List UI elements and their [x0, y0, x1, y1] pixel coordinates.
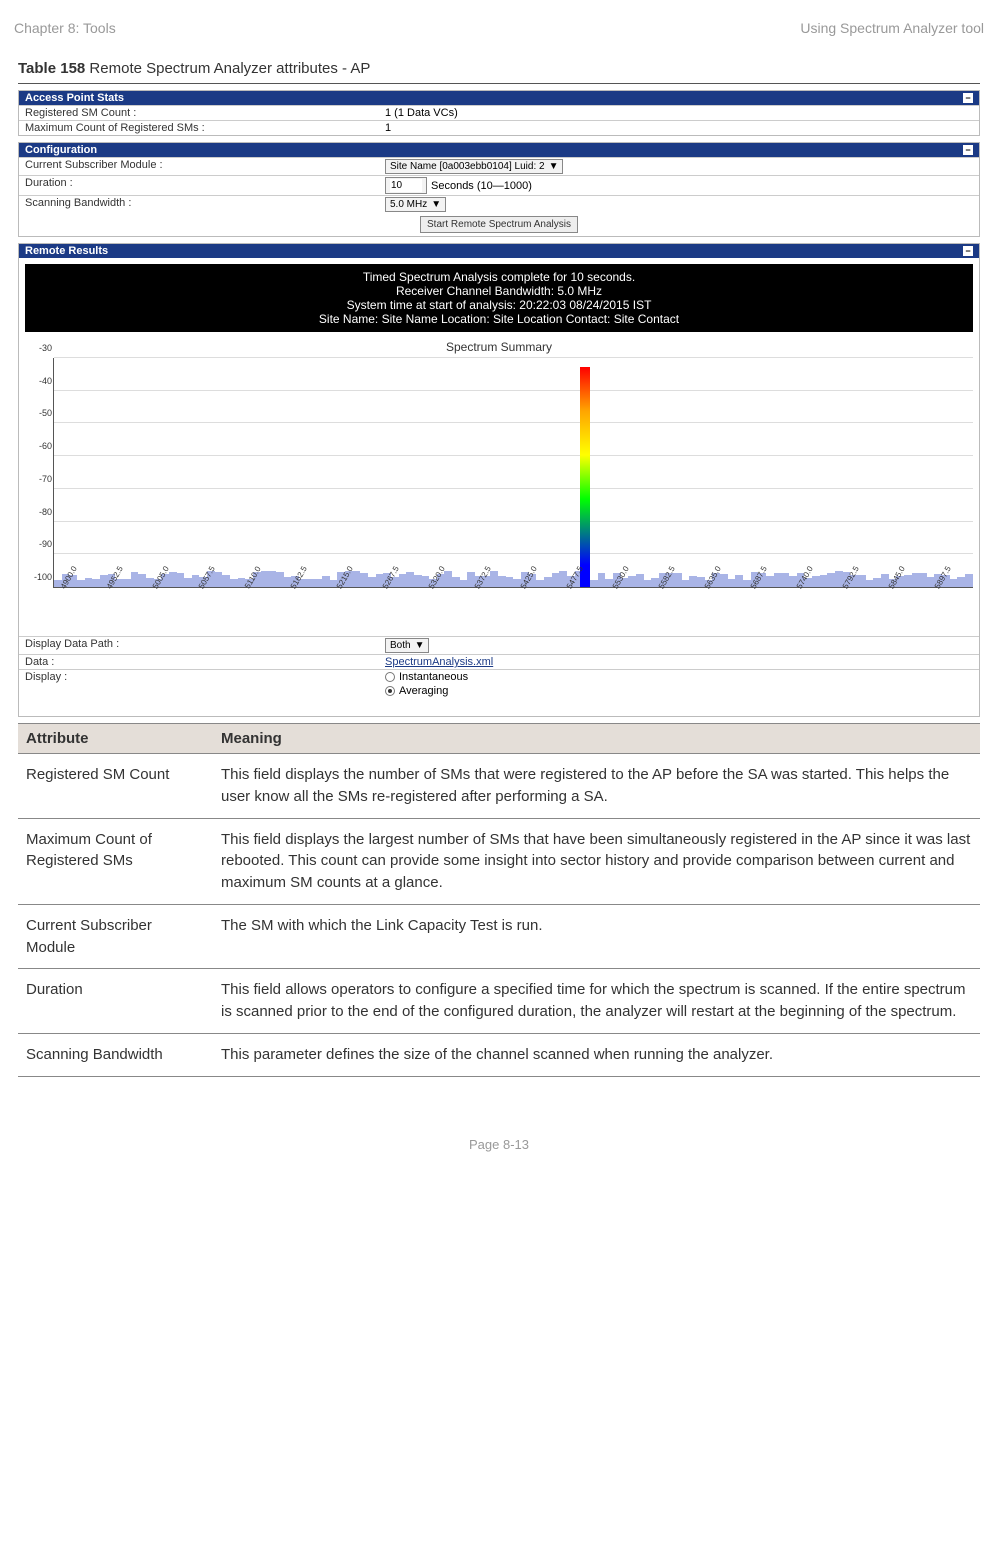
table-row: Display Data Path : Both ▼: [19, 636, 979, 654]
divider: [18, 83, 980, 84]
radio-icon: [385, 686, 395, 696]
attr-meaning: The SM with which the Link Capacity Test…: [213, 904, 980, 969]
table-row: Registered SM Count : 1 (1 Data VCs): [19, 105, 979, 120]
chevron-down-icon: ▼: [431, 199, 441, 210]
display-instant-radio[interactable]: Instantaneous: [385, 671, 468, 683]
scan-bw-value: 5.0 MHz: [390, 199, 427, 210]
display-averaging-radio[interactable]: Averaging: [385, 685, 448, 697]
attr-meaning: This parameter defines the size of the c…: [213, 1033, 980, 1076]
attr-name: Current Subscriber Module: [18, 904, 213, 969]
access-point-stats-panel: Access Point Stats − Registered SM Count…: [18, 90, 980, 136]
page-footer: Page 8-13: [0, 1137, 998, 1152]
panel-header: Configuration −: [19, 143, 979, 157]
reg-sm-count-value: 1 (1 Data VCs): [379, 106, 979, 120]
panel-title: Configuration: [25, 144, 97, 156]
y-tick-label: -50: [26, 408, 52, 418]
display-path-select[interactable]: Both ▼: [385, 638, 429, 653]
table-row: Display : Instantaneous Averaging: [19, 669, 979, 698]
duration-label: Duration :: [19, 176, 379, 195]
duration-hint: Seconds (10—1000): [431, 180, 532, 192]
collapse-icon[interactable]: −: [963, 145, 973, 155]
attr-meaning: This field displays the largest number o…: [213, 818, 980, 904]
attributes-table: Attribute Meaning Registered SM CountThi…: [18, 723, 980, 1077]
analysis-banner: Timed Spectrum Analysis complete for 10 …: [25, 264, 973, 332]
table-row: Maximum Count of Registered SMs : 1: [19, 120, 979, 135]
scan-bw-select[interactable]: 5.0 MHz ▼: [385, 197, 446, 212]
y-tick-label: -100: [26, 572, 52, 582]
max-reg-sm-value: 1: [379, 121, 979, 135]
table-row: Current Subscriber Module : Site Name [0…: [19, 157, 979, 175]
chart-title: Spectrum Summary: [19, 338, 979, 356]
max-reg-sm-label: Maximum Count of Registered SMs :: [19, 121, 379, 135]
reg-sm-count-label: Registered SM Count :: [19, 106, 379, 120]
spectrum-peak: [580, 367, 590, 587]
y-tick-label: -90: [26, 539, 52, 549]
y-tick-label: -80: [26, 507, 52, 517]
attr-name: Scanning Bandwidth: [18, 1033, 213, 1076]
start-analysis-button[interactable]: Start Remote Spectrum Analysis: [420, 216, 578, 233]
chapter-label: Chapter 8: Tools: [14, 20, 116, 36]
remote-results-panel: Remote Results − Timed Spectrum Analysis…: [18, 243, 980, 717]
table-row: Scanning Bandwidth : 5.0 MHz ▼: [19, 195, 979, 213]
current-sm-select[interactable]: Site Name [0a003ebb0104] Luid: 2 ▼: [385, 159, 563, 174]
panel-header: Remote Results −: [19, 244, 979, 258]
attr-name: Registered SM Count: [18, 754, 213, 819]
current-sm-value: Site Name [0a003ebb0104] Luid: 2: [390, 161, 545, 172]
radio-label: Instantaneous: [399, 671, 468, 683]
attr-name: Maximum Count of Registered SMs: [18, 818, 213, 904]
banner-line-4: Site Name: Site Name Location: Site Loca…: [25, 312, 973, 326]
table-caption: Table 158 Remote Spectrum Analyzer attri…: [18, 42, 980, 83]
attr-meaning: This field displays the number of SMs th…: [213, 754, 980, 819]
table-row: Data : SpectrumAnalysis.xml: [19, 654, 979, 669]
panel-header: Access Point Stats −: [19, 91, 979, 105]
display-path-value: Both: [390, 640, 411, 651]
display-mode-label: Display :: [19, 670, 379, 698]
display-path-label: Display Data Path :: [19, 637, 379, 654]
col-attribute: Attribute: [18, 724, 213, 754]
radio-icon: [385, 672, 395, 682]
duration-field[interactable]: [390, 179, 422, 192]
y-tick-label: -70: [26, 474, 52, 484]
table-row: Registered SM CountThis field displays t…: [18, 754, 980, 819]
table-row: Duration : Seconds (10—1000): [19, 175, 979, 195]
chevron-down-icon: ▼: [549, 161, 559, 172]
attr-meaning: This field allows operators to configure…: [213, 969, 980, 1034]
table-row: Current Subscriber ModuleThe SM with whi…: [18, 904, 980, 969]
duration-input[interactable]: [385, 177, 427, 194]
y-tick-label: -60: [26, 441, 52, 451]
chevron-down-icon: ▼: [415, 640, 425, 651]
data-label: Data :: [19, 655, 379, 669]
panel-title: Remote Results: [25, 245, 108, 257]
table-number: Table 158: [18, 60, 85, 77]
y-tick-label: -40: [26, 376, 52, 386]
section-label: Using Spectrum Analyzer tool: [800, 20, 984, 36]
banner-line-2: Receiver Channel Bandwidth: 5.0 MHz: [25, 284, 973, 298]
radio-label: Averaging: [399, 685, 448, 697]
table-row: Maximum Count of Registered SMsThis fiel…: [18, 818, 980, 904]
table-row: Scanning BandwidthThis parameter defines…: [18, 1033, 980, 1076]
banner-line-1: Timed Spectrum Analysis complete for 10 …: [25, 270, 973, 284]
table-row: DurationThis field allows operators to c…: [18, 969, 980, 1034]
scan-bw-label: Scanning Bandwidth :: [19, 196, 379, 213]
attr-name: Duration: [18, 969, 213, 1034]
collapse-icon[interactable]: −: [963, 93, 973, 103]
col-meaning: Meaning: [213, 724, 980, 754]
y-tick-label: -30: [26, 343, 52, 353]
banner-line-3: System time at start of analysis: 20:22:…: [25, 298, 973, 312]
data-link[interactable]: SpectrumAnalysis.xml: [385, 656, 493, 668]
spectrum-chart: -30-40-50-60-70-80-90-100 4900.04952.550…: [25, 358, 973, 630]
configuration-panel: Configuration − Current Subscriber Modul…: [18, 142, 980, 237]
panel-title: Access Point Stats: [25, 92, 124, 104]
collapse-icon[interactable]: −: [963, 246, 973, 256]
table-name: Remote Spectrum Analyzer attributes - AP: [85, 60, 370, 77]
current-sm-label: Current Subscriber Module :: [19, 158, 379, 175]
